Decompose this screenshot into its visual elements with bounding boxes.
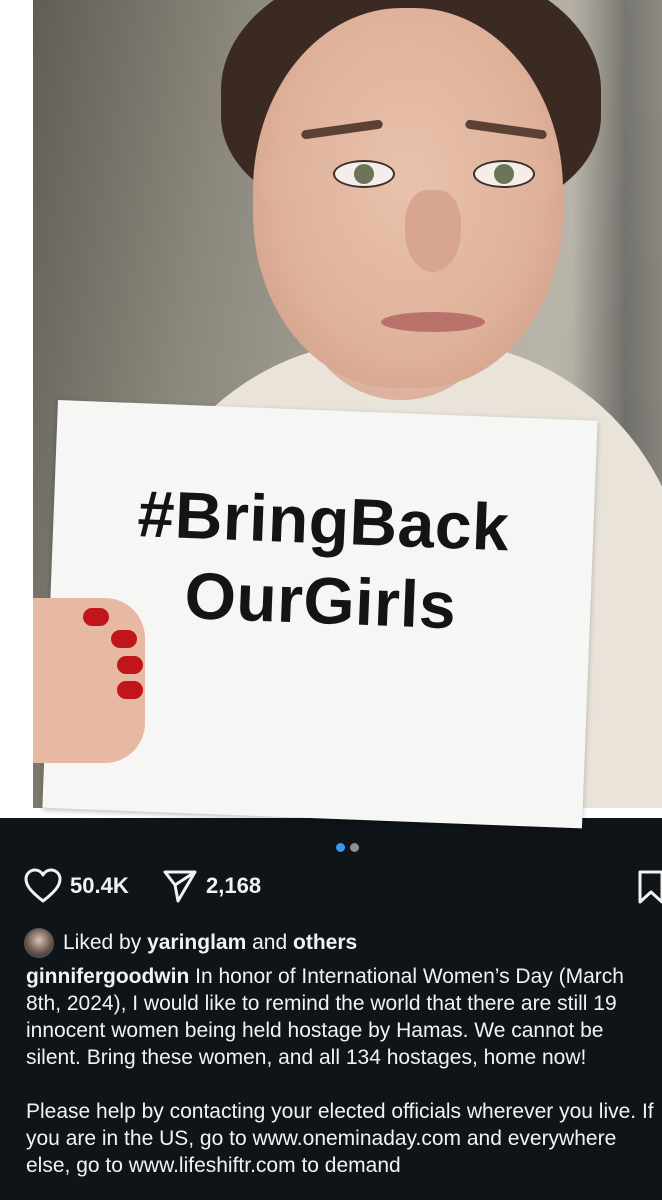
- face: [253, 8, 563, 388]
- liked-by-others-link[interactable]: others: [293, 931, 357, 955]
- carousel-dot-active[interactable]: [336, 843, 345, 852]
- share-action: 2,168: [162, 868, 261, 904]
- post-actions-bar: 50.4K 2,168: [24, 868, 662, 908]
- right-eye: [473, 160, 535, 188]
- liked-by-joiner: and: [252, 931, 288, 954]
- left-eye: [333, 160, 395, 188]
- fingernail: [111, 630, 137, 648]
- liked-by-username[interactable]: yaringlam: [147, 931, 246, 955]
- post-caption: ginnifergoodwin In honor of Internationa…: [26, 963, 658, 1179]
- hand: [33, 598, 145, 763]
- liked-by-row: Liked by yaringlam and others: [24, 928, 357, 958]
- send-icon[interactable]: [162, 868, 198, 904]
- carousel-dot[interactable]: [350, 843, 359, 852]
- post-image-frame: #BringBack OurGirls: [0, 0, 662, 829]
- heart-icon[interactable]: [24, 868, 62, 904]
- like-action: 50.4K: [24, 868, 129, 904]
- liked-by-prefix: Liked by: [63, 931, 142, 954]
- fingernail: [83, 608, 109, 626]
- mouth: [381, 312, 485, 332]
- bookmark-icon[interactable]: [638, 870, 662, 909]
- likes-count[interactable]: 50.4K: [70, 873, 129, 899]
- carousel-indicator: [336, 839, 364, 857]
- caption-paragraph-2: Please help by contacting your elected o…: [26, 1100, 654, 1177]
- nose: [405, 190, 461, 272]
- avatar[interactable]: [24, 928, 54, 958]
- fingernail: [117, 656, 143, 674]
- shares-count[interactable]: 2,168: [206, 873, 261, 899]
- fingernail: [117, 681, 143, 699]
- caption-username[interactable]: ginnifergoodwin: [26, 965, 189, 988]
